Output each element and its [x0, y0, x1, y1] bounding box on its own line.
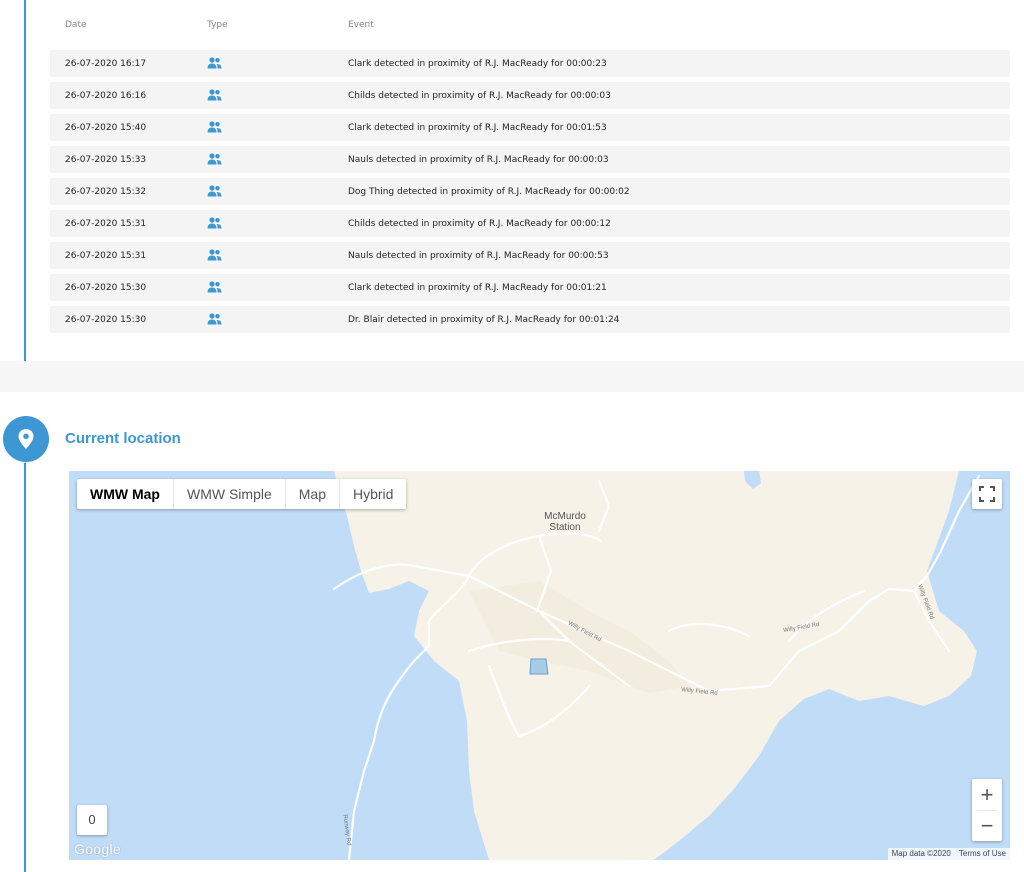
people-icon	[207, 185, 222, 197]
map-type-button[interactable]: Map	[286, 479, 340, 509]
row-date: 26-07-2020 15:40	[65, 123, 147, 133]
row-event: Childs detected in proximity of R.J. Mac…	[348, 219, 611, 229]
row-date: 26-07-2020 15:31	[65, 219, 147, 229]
table-row[interactable]: 26-07-2020 16:16 Childs detected in proxi…	[50, 82, 1010, 109]
location-badge	[3, 416, 49, 462]
table-row[interactable]: 26-07-2020 15:33 Nauls detected in proxim…	[50, 146, 1010, 173]
events-table-body: 26-07-2020 16:17 Clark detected in proxim…	[50, 50, 1010, 338]
station-label: McMurdo Station	[539, 511, 591, 533]
timeline-line	[24, 463, 26, 872]
station-label-line2: Station	[549, 522, 581, 533]
table-row[interactable]: 26-07-2020 16:17 Clark detected in proxim…	[50, 50, 1010, 77]
people-icon	[207, 121, 222, 133]
map-pin-icon	[18, 429, 34, 449]
map-type-button[interactable]: Hybrid	[340, 479, 406, 509]
timeline-line	[24, 0, 26, 361]
fullscreen-icon	[979, 486, 995, 502]
google-logo: Google	[74, 841, 121, 857]
table-row[interactable]: 26-07-2020 15:40 Clark detected in proxim…	[50, 114, 1010, 141]
table-row[interactable]: 26-07-2020 15:30 Clark detected in proxim…	[50, 274, 1010, 301]
people-icon	[207, 57, 222, 69]
zoom-out-button[interactable]: −	[972, 810, 1002, 841]
row-date: 26-07-2020 15:30	[65, 283, 147, 293]
people-icon	[207, 313, 222, 325]
map[interactable]: McMurdo Station Willy Field Rd Willy Fie…	[69, 471, 1010, 860]
header-date: Date	[65, 20, 87, 30]
map-type-button[interactable]: WMW Map	[77, 479, 174, 509]
row-event: Dr. Blair detected in proximity of R.J. …	[348, 315, 620, 325]
row-event: Nauls detected in proximity of R.J. MacR…	[348, 155, 609, 165]
map-attribution: Map data ©2020 Terms of Use	[887, 848, 1010, 860]
zoom-control: + −	[972, 779, 1002, 841]
row-event: Clark detected in proximity of R.J. MacR…	[348, 283, 607, 293]
page: Date Type Event 26-07-2020 16:17 Clark de…	[0, 0, 1024, 872]
building-footprint	[529, 658, 549, 675]
events-table-header: Date Type Event	[50, 20, 1010, 32]
table-row[interactable]: 26-07-2020 15:30 Dr. Blair detected in pr…	[50, 306, 1010, 333]
row-date: 26-07-2020 15:33	[65, 155, 147, 165]
row-event: Dog Thing detected in proximity of R.J. …	[348, 187, 630, 197]
row-event: Childs detected in proximity of R.J. Mac…	[348, 91, 611, 101]
row-event: Clark detected in proximity of R.J. MacR…	[348, 123, 607, 133]
table-row[interactable]: 26-07-2020 15:32 Dog Thing detected in pr…	[50, 178, 1010, 205]
people-icon	[207, 217, 222, 229]
row-date: 26-07-2020 15:31	[65, 251, 147, 261]
map-data-text: Map data ©2020	[891, 849, 951, 858]
row-date: 26-07-2020 16:17	[65, 59, 147, 69]
row-date: 26-07-2020 15:32	[65, 187, 147, 197]
zero-button[interactable]: 0	[77, 805, 107, 835]
zoom-in-button[interactable]: +	[972, 779, 1002, 810]
people-icon	[207, 281, 222, 293]
fullscreen-button[interactable]	[972, 479, 1002, 509]
row-event: Nauls detected in proximity of R.J. MacR…	[348, 251, 609, 261]
header-type: Type	[207, 20, 228, 30]
map-type-button[interactable]: WMW Simple	[174, 479, 286, 509]
station-label-line1: McMurdo	[544, 511, 586, 522]
people-icon	[207, 249, 222, 261]
map-type-control: WMW Map WMW Simple Map Hybrid	[77, 479, 407, 509]
table-row[interactable]: 26-07-2020 15:31 Childs detected in proxi…	[50, 210, 1010, 237]
people-icon	[207, 89, 222, 101]
row-event: Clark detected in proximity of R.J. MacR…	[348, 59, 607, 69]
row-date: 26-07-2020 16:16	[65, 91, 147, 101]
terms-link[interactable]: Terms of Use	[955, 848, 1010, 860]
row-date: 26-07-2020 15:30	[65, 315, 147, 325]
header-event: Event	[348, 20, 374, 30]
table-row[interactable]: 26-07-2020 15:31 Nauls detected in proxim…	[50, 242, 1010, 269]
section-title: Current location	[65, 430, 181, 447]
people-icon	[207, 153, 222, 165]
